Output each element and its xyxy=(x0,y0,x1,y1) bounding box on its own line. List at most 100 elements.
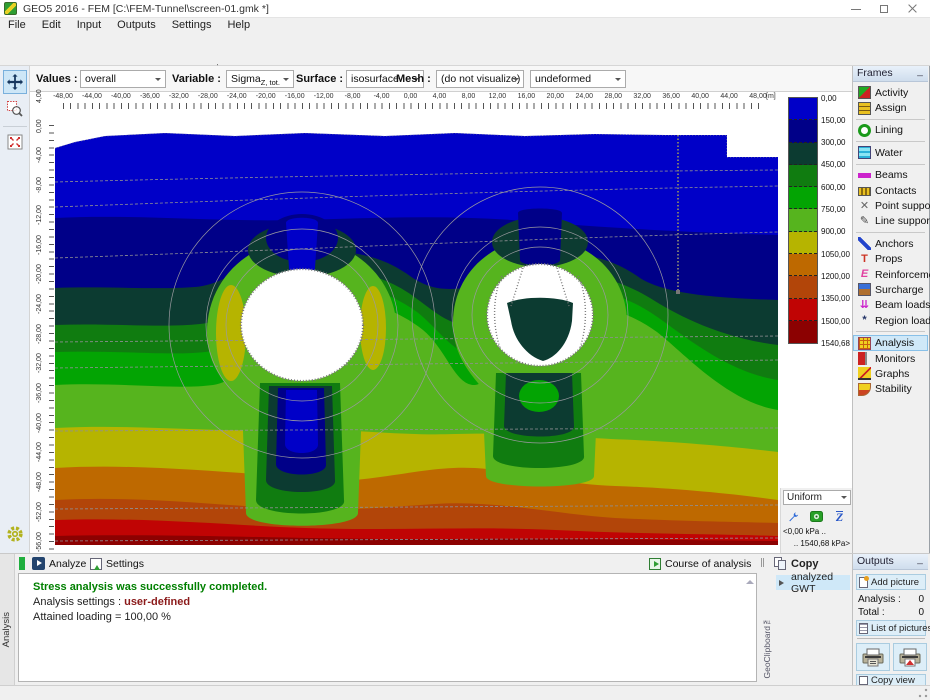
minimize-button[interactable] xyxy=(843,0,869,18)
ruler-tick-label: 4,00 xyxy=(425,93,453,100)
frames-item-props[interactable]: TProps xyxy=(853,252,928,267)
print-button[interactable] xyxy=(856,643,890,671)
log-loading-line: Attained loading = 100,00 % xyxy=(33,610,756,625)
ruler-tick-label: -24,00 xyxy=(223,93,251,100)
menu-help[interactable]: Help xyxy=(219,18,258,32)
analysis-tab-strip[interactable]: Analysis xyxy=(0,554,15,686)
ruler-tick-label: -48,00 xyxy=(49,93,77,100)
legend-color-cell xyxy=(789,187,817,209)
analysis-tab-label: Analysis xyxy=(1,612,12,647)
frames-item-anchors[interactable]: Anchors xyxy=(853,236,928,251)
frames-item-analysis[interactable]: Analysis xyxy=(853,335,928,350)
print-picture-button[interactable] xyxy=(893,643,927,671)
frames-item-region-loads[interactable]: *Region loads xyxy=(853,313,928,328)
point-supports-icon: ✕ xyxy=(858,200,871,213)
legend-value: 1500,00 xyxy=(821,317,850,326)
total-count-row: Total :0 xyxy=(858,607,924,618)
frames-item-graphs[interactable]: Graphs xyxy=(853,366,928,381)
zoom-region-button[interactable] xyxy=(3,97,27,121)
analysis-log[interactable]: Stress analysis was successfully complet… xyxy=(18,573,757,682)
legend-value-labels: 0,00150,00300,00450,00600,00750,00900,00… xyxy=(821,97,852,347)
scale-range-button[interactable] xyxy=(806,508,827,525)
frames-item-beam-loads[interactable]: ⇊Beam loads xyxy=(853,298,928,313)
close-button[interactable] xyxy=(899,0,925,18)
ruler-tick-label: 40,00 xyxy=(686,93,714,100)
variable-dropdown[interactable]: SigmaZ, tot. xyxy=(226,70,294,88)
frames-item-water[interactable]: Water xyxy=(853,145,928,160)
add-picture-button[interactable]: Add picture xyxy=(856,574,926,590)
frames-item-beams[interactable]: Beams xyxy=(853,168,928,183)
legend-color-cell xyxy=(789,165,817,187)
frames-item-label: Region loads xyxy=(875,315,930,327)
frames-minimize-button[interactable]: _ xyxy=(915,67,925,78)
ruler-tick-label: 20,00 xyxy=(541,93,569,100)
menu-file[interactable]: File xyxy=(0,18,34,32)
copy-button[interactable]: Copy xyxy=(774,557,819,570)
ruler-tick-label: -40,00 xyxy=(33,409,46,437)
printer-picture-icon xyxy=(898,647,922,667)
analyze-button[interactable]: Analyze xyxy=(28,555,90,572)
menu-settings[interactable]: Settings xyxy=(164,18,220,32)
window-title: GEO5 2016 - FEM [C:\FEM-Tunnel\screen-01… xyxy=(23,3,269,15)
scale-settings-button[interactable] xyxy=(783,508,804,525)
scroll-up-icon[interactable] xyxy=(746,576,754,584)
frames-item-label: Water xyxy=(875,147,903,159)
pan-tool-button[interactable] xyxy=(3,70,27,94)
model-canvas[interactable]: [m] -48,00-44,00-40,00-36,00-32,00-28,00… xyxy=(30,92,852,553)
wrench-icon xyxy=(787,510,800,523)
legend-color-cell xyxy=(789,120,817,142)
frames-item-lining[interactable]: Lining xyxy=(853,123,928,138)
deformation-dropdown[interactable]: undeformed xyxy=(530,70,626,88)
toolstrip-separator xyxy=(3,126,27,127)
title-bar: GEO5 2016 - FEM [C:\FEM-Tunnel\screen-01… xyxy=(0,0,930,18)
distribution-dropdown[interactable]: Uniform xyxy=(783,490,851,505)
frames-panel: Frames _ ActivityAssign Lining Water BeamsC… xyxy=(852,66,928,553)
splitter-handle[interactable] xyxy=(761,558,764,567)
analysis-status-bar-icon xyxy=(19,557,25,570)
settings-gear-button[interactable] xyxy=(3,522,27,546)
course-of-analysis-button[interactable]: Course of analysis xyxy=(645,555,755,572)
ruler-tick-label: 32,00 xyxy=(628,93,656,100)
frames-item-contacts[interactable]: Contacts xyxy=(853,183,928,198)
legend-color-cell xyxy=(789,254,817,276)
frames-panel-title: Frames xyxy=(857,67,893,79)
frames-item-reinforcements[interactable]: EReinforcements xyxy=(853,267,928,282)
frames-item-line-supports[interactable]: ✎Line supports xyxy=(853,214,928,229)
ruler-tick-label: -4,00 xyxy=(368,93,396,100)
stress-contour-plot[interactable] xyxy=(55,128,778,545)
frames-separator xyxy=(856,232,925,233)
frames-item-activity[interactable]: Activity xyxy=(853,85,928,100)
outputs-minimize-button[interactable]: _ xyxy=(915,555,925,566)
outputs-panel-header: Outputs _ xyxy=(853,554,928,570)
mesh-dropdown[interactable]: (do not visualize) xyxy=(436,70,524,88)
list-of-pictures-button[interactable]: List of pictures xyxy=(856,620,926,636)
analyzed-gwt-item[interactable]: analyzed GWT xyxy=(776,575,850,590)
beams-icon xyxy=(858,169,871,182)
values-dropdown[interactable]: overall xyxy=(80,70,166,88)
frames-item-stability[interactable]: Stability xyxy=(853,382,928,397)
frames-item-surcharge[interactable]: Surcharge xyxy=(853,282,928,297)
left-tunnel-opening[interactable] xyxy=(241,269,363,381)
frames-item-point-supports[interactable]: ✕Point supports xyxy=(853,198,928,213)
legend-color-bar xyxy=(788,97,818,344)
sigma-z-button[interactable]: Z xyxy=(829,508,850,525)
legend-value: 900,00 xyxy=(821,227,845,236)
frames-item-monitors[interactable]: Monitors xyxy=(853,351,928,366)
ruler-tick-label: 48,00 xyxy=(744,93,772,100)
analysis-settings-button[interactable]: Settings xyxy=(86,555,148,572)
legend-value: 1350,00 xyxy=(821,294,850,303)
ruler-tick-label: 44,00 xyxy=(715,93,743,100)
stress-legend: 0,00150,00300,00450,00600,00750,00900,00… xyxy=(788,97,852,347)
menu-outputs[interactable]: Outputs xyxy=(109,18,164,32)
vertical-ruler: 4,000,00-4,00-8,00-12,00-16,00-20,00-24,… xyxy=(30,110,55,553)
resize-grip[interactable] xyxy=(917,687,929,699)
fit-to-screen-button[interactable] xyxy=(3,130,27,154)
horizontal-ruler: [m] -48,00-44,00-40,00-36,00-32,00-28,00… xyxy=(30,92,852,110)
maximize-button[interactable] xyxy=(871,0,897,18)
frames-item-assign[interactable]: Assign xyxy=(853,100,928,115)
surcharge-icon xyxy=(858,283,871,296)
menu-input[interactable]: Input xyxy=(69,18,109,32)
ruler-tick-label: 28,00 xyxy=(599,93,627,100)
menu-edit[interactable]: Edit xyxy=(34,18,69,32)
frames-item-label: Props xyxy=(875,253,902,265)
